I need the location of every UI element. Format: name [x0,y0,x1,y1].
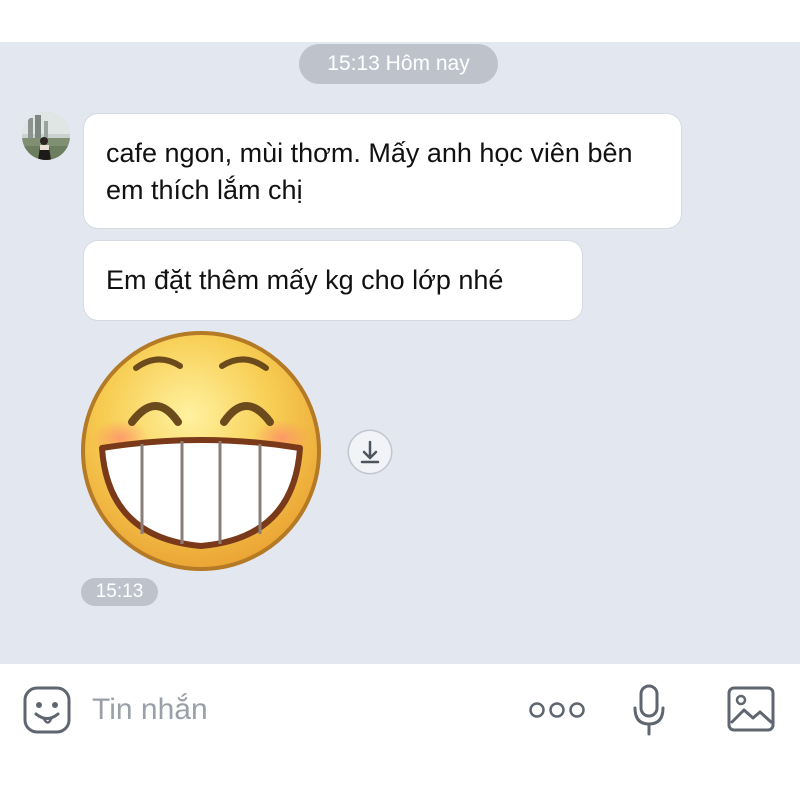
image-icon [727,686,775,732]
grinning-face-sticker[interactable] [80,330,322,572]
more-icon [529,702,585,718]
microphone-button[interactable] [632,684,666,736]
avatar-photo [22,112,70,160]
message-input-bar [0,664,800,800]
message-timestamp: 15:13 [81,578,158,606]
download-icon [360,440,380,464]
message-bubble[interactable]: Em đặt thêm mấy kg cho lớp nhé [84,241,582,320]
message-bubble[interactable]: cafe ngon, mùi thơm. Mấy anh học viên bê… [84,114,681,228]
top-strip [0,0,800,42]
image-button[interactable] [726,685,776,733]
avatar[interactable] [22,112,70,160]
more-button[interactable] [528,697,586,723]
date-separator: 15:13 Hôm nay [299,44,498,84]
emoji-button[interactable] [22,685,72,735]
emoji-icon [23,686,71,734]
microphone-icon [633,684,665,736]
message-input[interactable] [92,688,512,732]
download-button[interactable] [349,431,391,473]
message-text: Em đặt thêm mấy kg cho lớp nhé [106,265,504,295]
message-text: cafe ngon, mùi thơm. Mấy anh học viên bê… [106,138,633,205]
grinning-face-icon [81,331,321,571]
